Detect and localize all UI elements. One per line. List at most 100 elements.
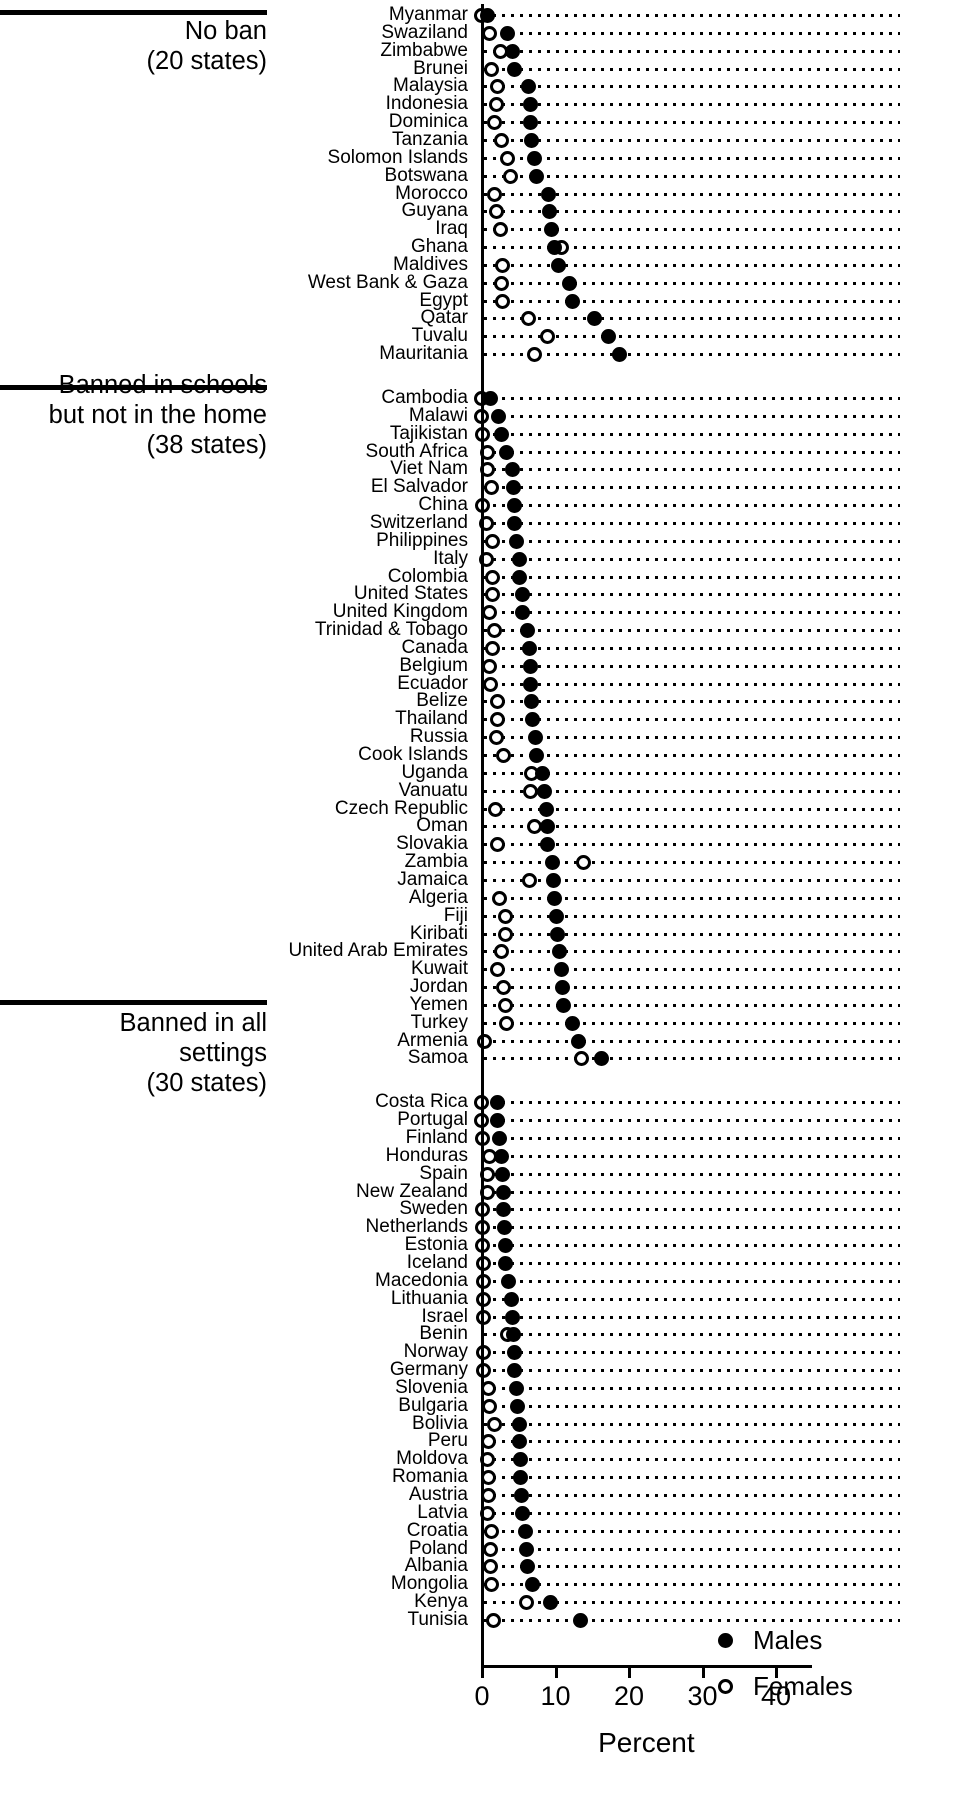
chart-row: Canada — [0, 638, 955, 657]
leader-dotted-line — [484, 450, 900, 454]
female-marker — [495, 748, 511, 763]
leader-dotted-line — [484, 1369, 900, 1373]
leader-dotted-line — [484, 263, 900, 267]
group-title: No ban (20 states) — [0, 16, 267, 76]
male-marker — [535, 765, 551, 781]
chart-row: Netherlands — [0, 1217, 955, 1236]
male-marker — [503, 1291, 519, 1307]
row-label: Mongolia — [390, 1573, 468, 1595]
chart-row: Albania — [0, 1556, 955, 1575]
chart-row: Switzerland — [0, 513, 955, 532]
leader-dotted-line — [484, 1440, 900, 1444]
male-marker — [513, 1488, 529, 1503]
group-title-line: No ban — [184, 17, 267, 45]
leader-dotted-line — [484, 1476, 900, 1480]
female-marker — [494, 293, 510, 309]
female-marker — [484, 569, 500, 585]
leader-dotted-line — [484, 1565, 900, 1569]
group-title-line: Banned in all — [119, 1009, 267, 1037]
female-marker — [483, 480, 499, 496]
chart-row: New Zealand — [0, 1182, 955, 1201]
leader-dotted-line — [484, 575, 900, 579]
male-marker — [587, 311, 603, 327]
male-marker — [497, 1238, 513, 1254]
leader-dotted-line — [484, 1351, 900, 1355]
x-axis-tick-label: 20 — [613, 1680, 645, 1711]
male-marker — [497, 1220, 513, 1236]
female-marker — [486, 623, 502, 639]
group-title-line: (20 states) — [146, 47, 267, 75]
chart-row: Tuvalu — [0, 326, 955, 345]
male-marker — [494, 1166, 510, 1182]
leader-dotted-line — [484, 1057, 900, 1061]
leader-dotted-line — [484, 968, 900, 972]
x-axis-tick — [701, 1667, 705, 1678]
female-marker — [490, 962, 506, 978]
male-marker — [544, 222, 560, 238]
leader-dotted-line — [484, 121, 900, 125]
female-marker — [488, 204, 504, 220]
female-marker — [519, 1595, 535, 1611]
female-marker — [497, 926, 513, 942]
row-label: Honduras — [385, 1144, 468, 1166]
leader-dotted-line — [484, 1172, 900, 1176]
leader-dotted-line — [484, 646, 900, 650]
chart-row: Ecuador — [0, 674, 955, 693]
chart-row: Bulgaria — [0, 1396, 955, 1415]
leader-dotted-line — [484, 1279, 900, 1283]
female-marker — [527, 347, 543, 363]
chart-row: Honduras — [0, 1144, 955, 1166]
male-marker — [500, 1273, 516, 1289]
row-label: Croatia — [406, 1519, 468, 1541]
male-marker — [519, 1541, 535, 1557]
male-marker — [537, 783, 553, 799]
female-marker — [484, 640, 500, 656]
female-marker — [482, 658, 498, 674]
leader-dotted-line — [484, 1137, 900, 1140]
row-label: Fiji — [443, 904, 468, 926]
leader-dotted-line — [484, 1003, 900, 1007]
leader-dotted-line — [484, 629, 900, 633]
chart-row: Benin — [0, 1324, 955, 1343]
female-marker — [496, 980, 512, 996]
male-marker — [600, 329, 616, 345]
leader-dotted-line — [484, 1333, 900, 1337]
row-label: Mauritania — [379, 343, 468, 365]
row-label: Egypt — [419, 289, 468, 311]
row-label: Uganda — [401, 761, 468, 783]
male-marker — [546, 872, 562, 888]
leader-dotted-line — [484, 1386, 900, 1390]
chart-row: Qatar — [0, 308, 955, 327]
male-marker — [541, 204, 557, 220]
row-label: El Salvador — [370, 476, 468, 498]
male-marker — [524, 132, 540, 148]
group-title: Banned in schools but not in the home (38 … — [0, 370, 267, 460]
female-marker — [488, 97, 504, 113]
row-label: Cook Islands — [358, 744, 468, 765]
male-marker — [524, 694, 540, 710]
chart-row: China — [0, 495, 955, 514]
female-marker — [498, 997, 514, 1013]
leader-dotted-line — [484, 718, 900, 722]
male-marker — [519, 1559, 535, 1575]
female-marker — [488, 730, 504, 746]
female-marker — [482, 25, 498, 41]
male-marker — [498, 1255, 514, 1271]
chart-row: Kuwait — [0, 959, 955, 978]
row-label: Botswana — [384, 164, 468, 186]
male-marker — [527, 150, 543, 166]
leader-dotted-line — [484, 1422, 900, 1426]
male-marker — [564, 1015, 580, 1031]
leader-dotted-line — [484, 1404, 900, 1408]
male-marker — [547, 240, 562, 256]
row-label: Morocco — [395, 182, 468, 204]
chart-row: Finland — [0, 1128, 955, 1147]
chart-row: Vanuatu — [0, 781, 955, 800]
female-marker — [490, 694, 506, 710]
female-marker — [483, 61, 499, 77]
leader-dotted-line — [484, 682, 900, 686]
chart-row: Malaysia — [0, 76, 955, 95]
male-marker — [494, 1148, 510, 1164]
male-marker — [505, 43, 521, 59]
female-marker — [499, 1015, 515, 1031]
